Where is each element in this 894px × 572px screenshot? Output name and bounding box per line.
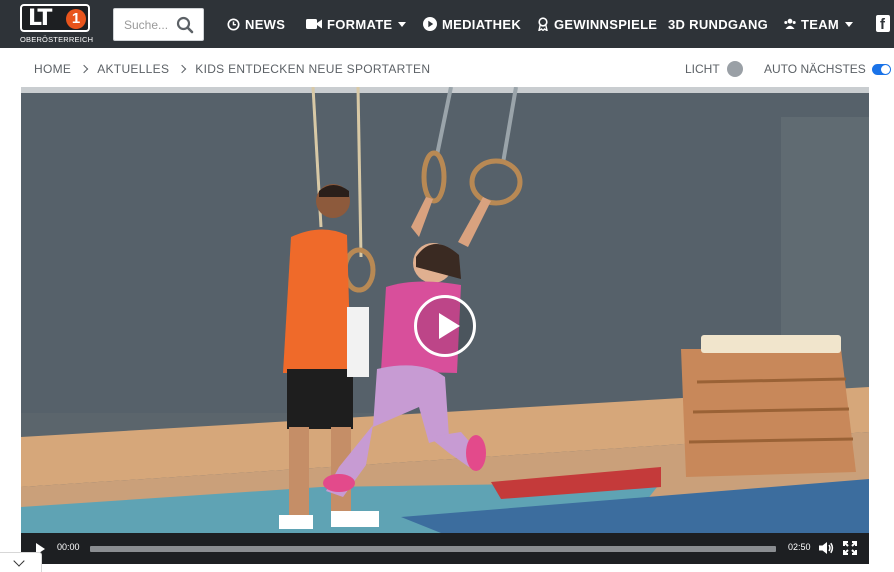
breadcrumb-aktuelles[interactable]: AKTUELLES	[97, 62, 169, 76]
video-camera-icon	[306, 19, 322, 29]
breadcrumb-current: KIDS ENTDECKEN NEUE SPORTARTEN	[195, 62, 431, 76]
chevron-right-icon	[178, 64, 187, 74]
play-overlay-button[interactable]	[414, 295, 476, 357]
nav-team[interactable]: TEAM	[784, 0, 854, 48]
chevron-down-icon[interactable]	[0, 552, 42, 572]
fullscreen-icon[interactable]	[843, 541, 857, 555]
nav-gewinnspiele-label: GEWINNSPIELE	[554, 16, 658, 32]
light-label: LICHT	[685, 62, 720, 76]
volume-icon[interactable]	[818, 541, 834, 555]
duration: 02:50	[788, 542, 811, 552]
team-icon	[784, 18, 796, 29]
nav-formate[interactable]: FORMATE	[306, 0, 407, 48]
award-icon	[538, 17, 548, 31]
logo-number: 1	[66, 9, 86, 29]
nav-mediathek-label: MEDIATHEK	[442, 16, 522, 32]
logo-subtitle: OBERÖSTERREICH	[20, 35, 94, 44]
breadcrumb: HOME AKTUELLES KIDS ENTDECKEN NEUE SPORT…	[34, 60, 430, 78]
nav-mediathek[interactable]: MEDIATHEK	[423, 0, 521, 48]
nav-3d-rundgang[interactable]: 3D RUNDGANG	[668, 0, 768, 48]
chevron-down-icon	[845, 21, 854, 27]
current-time: 00:00	[57, 542, 80, 552]
auto-next-toggle[interactable]: AUTO NÄCHSTES	[764, 60, 891, 78]
chevron-down-icon	[398, 21, 407, 27]
logo-mark: LT	[28, 6, 52, 31]
nav-news-label: NEWS	[245, 16, 286, 32]
player-controls: 00:00 02:50	[21, 533, 869, 564]
auto-next-label: AUTO NÄCHSTES	[764, 62, 866, 76]
light-toggle[interactable]: LICHT	[685, 60, 743, 78]
clock-icon	[227, 17, 240, 31]
nav-news[interactable]: NEWS	[227, 0, 285, 48]
search-box	[113, 8, 204, 41]
nav-formate-label: FORMATE	[327, 16, 393, 32]
search-icon[interactable]	[176, 16, 194, 34]
nav-3d-rundgang-label: 3D RUNDGANG	[668, 16, 769, 32]
seek-bar[interactable]	[90, 546, 776, 552]
video-player[interactable]	[21, 87, 869, 533]
lightbulb-icon	[726, 61, 743, 77]
breadcrumb-home[interactable]: HOME	[34, 62, 71, 76]
logo-box: LT 1	[20, 4, 90, 32]
top-navigation-bar: LT 1 OBERÖSTERREICH NEWS FORMATE MEDIATH…	[0, 0, 894, 48]
play-circle-icon	[423, 17, 437, 31]
chevron-right-icon	[79, 64, 89, 74]
search-input[interactable]	[124, 16, 176, 34]
facebook-icon[interactable]: f	[876, 15, 890, 33]
toggle-switch[interactable]	[871, 63, 891, 75]
nav-team-label: TEAM	[801, 16, 840, 32]
nav-gewinnspiele[interactable]: GEWINNSPIELE	[537, 0, 657, 48]
lt1-logo[interactable]: LT 1 OBERÖSTERREICH	[20, 4, 94, 44]
